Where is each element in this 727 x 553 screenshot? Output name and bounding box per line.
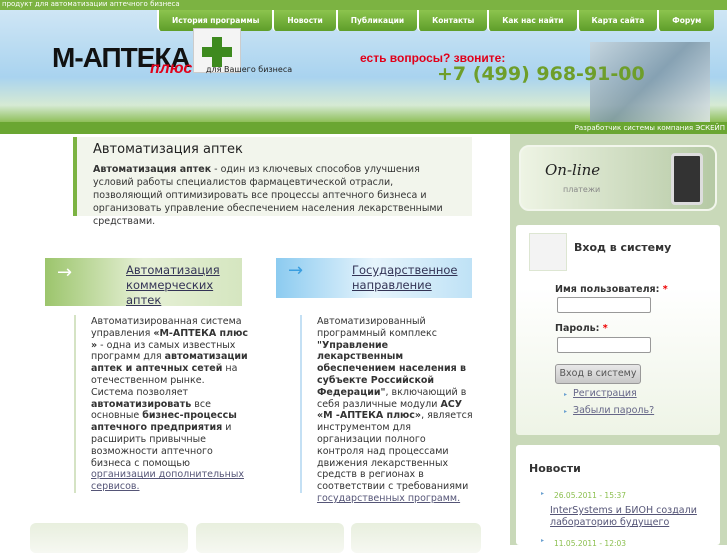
government-link[interactable]: Государственное направление bbox=[352, 263, 472, 293]
password-label: Пароль: * bbox=[555, 323, 608, 334]
arrow-right-icon: → bbox=[57, 262, 73, 283]
login-box: Вход в систему Имя пользователя: * Парол… bbox=[516, 225, 720, 435]
news-date: 26.05.2011 - 15:37 bbox=[554, 491, 627, 500]
government-banner[interactable]: → Государственное направление bbox=[276, 258, 472, 298]
commercial-text: Автоматизированная система управления «М… bbox=[91, 316, 248, 493]
login-button[interactable]: Вход в систему bbox=[555, 364, 641, 384]
bullet-icon: ▸ bbox=[564, 391, 568, 398]
phone-number: +7 (499) 968-91-00 bbox=[437, 63, 645, 85]
online-payments-banner[interactable]: On-line платежи bbox=[519, 145, 717, 211]
news-title: Новости bbox=[529, 462, 581, 475]
news-date: 11.05.2011 - 12:03 bbox=[554, 539, 627, 548]
nav-news[interactable]: Новости bbox=[272, 10, 336, 31]
commercial-link[interactable]: Автоматизация коммерческих аптек bbox=[126, 263, 236, 308]
top-bar: продукт для автоматизации аптечного бизн… bbox=[0, 0, 727, 10]
arrow-right-icon: → bbox=[288, 260, 304, 281]
phone-icon bbox=[671, 153, 703, 205]
developer-text: Разработчик системы компания ЭСКЕЙП bbox=[574, 124, 725, 132]
logo-plus: плюс bbox=[150, 60, 193, 77]
cube-icon bbox=[529, 233, 567, 271]
bottom-box[interactable] bbox=[351, 523, 481, 553]
username-label: Имя пользователя: * bbox=[555, 284, 668, 295]
register-link[interactable]: Регистрация bbox=[573, 388, 637, 399]
tagline: продукт для автоматизации аптечного бизн… bbox=[2, 0, 180, 8]
nav-sitemap[interactable]: Карта сайта bbox=[576, 10, 658, 31]
online-logo: On-line bbox=[545, 161, 601, 179]
logo-tagline: для Вашего бизнеса bbox=[206, 65, 293, 74]
nav-forum[interactable]: Форум bbox=[657, 10, 715, 31]
nav-contacts[interactable]: Контакты bbox=[417, 10, 488, 31]
nav-find-us[interactable]: Как нас найти bbox=[487, 10, 577, 31]
bottom-box[interactable] bbox=[30, 523, 188, 553]
government-text: Автоматизированный программный комплекс … bbox=[317, 316, 473, 504]
password-input[interactable] bbox=[557, 337, 651, 353]
nav-publications[interactable]: Публикации bbox=[335, 10, 418, 31]
username-input[interactable] bbox=[557, 297, 651, 313]
intro-title: Автоматизация аптек bbox=[93, 142, 243, 157]
services-link[interactable]: организации дополнительных сервисов. bbox=[91, 469, 244, 492]
online-sub: платежи bbox=[563, 185, 601, 194]
bottom-box[interactable] bbox=[196, 523, 344, 553]
intro-box: Автоматизация аптек Автоматизация аптек … bbox=[73, 137, 472, 227]
forgot-password-link[interactable]: Забыли пароль? bbox=[573, 405, 654, 416]
news-box: Новости ▸ 26.05.2011 - 15:37 InterSystem… bbox=[516, 445, 720, 548]
intro-text: Автоматизация аптек - один из ключевых с… bbox=[93, 163, 456, 228]
commercial-banner[interactable]: → Автоматизация коммерческих аптек bbox=[45, 258, 242, 308]
developer-strip: Разработчик системы компания ЭСКЕЙП bbox=[0, 122, 727, 134]
bullet-icon: ▸ bbox=[541, 537, 545, 544]
login-title: Вход в систему bbox=[574, 241, 672, 254]
programs-link[interactable]: государственных программ. bbox=[317, 493, 460, 504]
bullet-icon: ▸ bbox=[541, 490, 545, 497]
divider bbox=[74, 315, 76, 493]
bullet-icon: ▸ bbox=[564, 408, 568, 415]
news-link[interactable]: InterSystems и БИОН создали лабораторию … bbox=[550, 505, 710, 529]
intro-bold: Автоматизация аптек bbox=[93, 164, 212, 175]
divider bbox=[300, 315, 302, 493]
